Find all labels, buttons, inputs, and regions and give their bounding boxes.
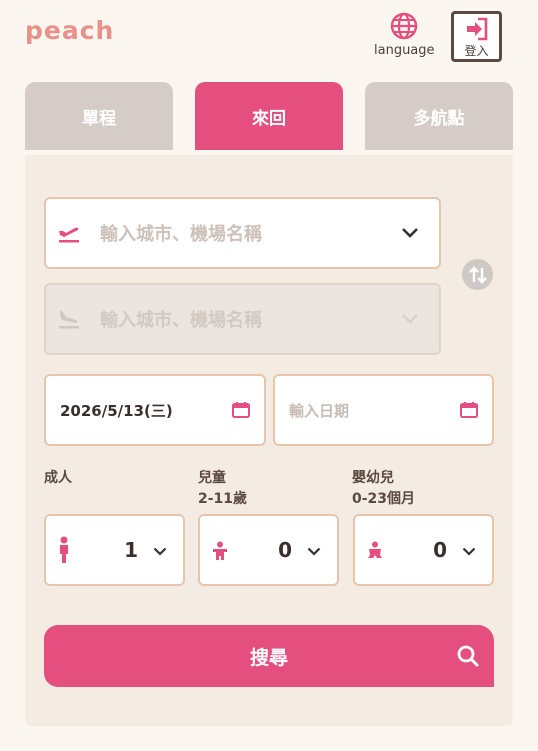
login-button[interactable]: 登入 [451,11,502,62]
chevron-down-icon [462,547,476,556]
search-button[interactable]: 搜尋 [44,625,494,687]
infant-count: 0 [433,538,447,562]
chevron-down-icon [307,547,321,556]
return-date-placeholder: 輸入日期 [289,401,350,420]
brand-logo[interactable]: peach [25,16,114,45]
search-icon [457,645,479,667]
infant-age-label: 0-23個月 [352,491,416,507]
adult-label: 成人 [44,470,72,486]
search-button-label: 搜尋 [249,646,288,669]
calendar-icon [460,402,478,418]
login-label: 登入 [464,44,489,58]
adult-count-select[interactable]: 1 [44,514,185,586]
chevron-down-icon [153,547,167,556]
origin-placeholder: 輸入城市、機場名稱 [100,224,262,245]
language-label: language [374,43,435,58]
depart-date-value: 2026/5/13(三) [60,401,173,420]
child-count: 0 [278,538,292,562]
destination-select[interactable]: 輸入城市、機場名稱 [44,283,441,355]
adult-count: 1 [124,538,138,562]
tab-one-way[interactable]: 單程 [25,82,173,150]
chevron-down-icon [402,314,418,324]
child-count-select[interactable]: 0 [198,514,339,586]
infant-icon [368,541,382,558]
tab-multi-city[interactable]: 多航點 [365,82,513,150]
destination-placeholder: 輸入城市、機場名稱 [100,310,262,331]
child-age-label: 2-11歲 [198,491,248,507]
language-button[interactable]: language [374,12,435,58]
swap-button[interactable] [462,259,493,290]
origin-select[interactable]: 輸入城市、機場名稱 [44,197,441,269]
swap-icon [468,265,487,284]
infant-label: 嬰幼兒 [352,470,394,486]
return-date-field[interactable]: 輸入日期 [273,374,494,446]
landing-icon [59,311,79,329]
child-label: 兒童 [198,470,226,486]
login-icon [466,17,487,41]
adult-icon [60,536,68,563]
infant-count-select[interactable]: 0 [353,514,494,586]
child-icon [213,541,227,560]
globe-icon [390,12,418,40]
calendar-icon [232,402,250,418]
chevron-down-icon [402,228,418,238]
tab-round-trip[interactable]: 來回 [195,82,343,150]
depart-date-field[interactable]: 2026/5/13(三) [44,374,266,446]
takeoff-icon [59,227,79,243]
